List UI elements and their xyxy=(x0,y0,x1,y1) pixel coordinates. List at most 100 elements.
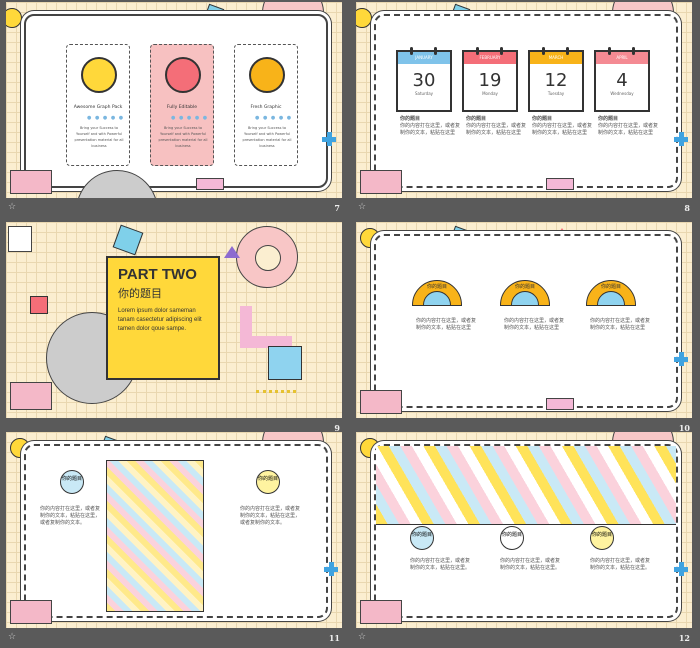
block-deco xyxy=(360,390,402,414)
topic-badge: 你的题目 xyxy=(256,470,280,494)
slide-10[interactable]: 你的题目 你的题目 你的题目 你的内容打在这里，或者复制你的文本，粘贴在这里 你… xyxy=(356,222,692,433)
slide-number: 8 xyxy=(684,203,690,213)
content-card: 你的题目 你的题目 你的内容打在这里，或者复制你的文本，粘贴在这里，或者复制你的… xyxy=(24,444,328,618)
calendar-weekday: Saturday xyxy=(414,91,434,96)
slide-number: 11 xyxy=(328,633,340,643)
package-desc: Bring your Success to Yourself and with … xyxy=(242,126,292,148)
star-icon[interactable]: ☆ xyxy=(358,202,366,212)
calendar-card: JANUARY 30 Saturday xyxy=(396,47,452,112)
pattern-banner xyxy=(376,446,676,525)
block-deco xyxy=(360,600,402,624)
calendar-weekday: Wednesday xyxy=(610,91,634,96)
package-desc: Bring your Success to Yourself and with … xyxy=(158,126,208,148)
rating-dots: ● ● ● ● ● xyxy=(87,115,125,121)
topic-badge: 你的题目 xyxy=(410,526,434,550)
topic-badge: 你的题目 xyxy=(60,470,84,494)
section-body: Lorem ipsum dolor sameman tanam casectet… xyxy=(118,308,202,332)
plus-deco xyxy=(324,562,338,576)
plus-deco xyxy=(674,352,688,366)
arrow-deco xyxy=(196,178,224,190)
pattern-image xyxy=(106,460,204,612)
star-icon[interactable]: ☆ xyxy=(8,202,16,212)
block-deco xyxy=(10,600,52,624)
column-text: 你的题目 你的内容打在这里，或者复制你的文本，粘贴在这里 xyxy=(598,116,659,136)
semicircle-label: 你的题目 xyxy=(426,284,447,290)
topic-badge: 你的题目 xyxy=(590,526,614,550)
content-card: 你的题目 你的题目 你的题目 你的内容打在这里，或者复制你的文本，粘贴在这里 你… xyxy=(374,234,678,408)
calendar-weekday: Tuesday xyxy=(547,91,565,96)
calendar-card: FEBRUARY 19 Monday xyxy=(462,47,518,112)
calendar-month: FEBRUARY xyxy=(464,52,516,64)
calendar-weekday: Monday xyxy=(482,91,498,96)
semicircle-label: 你的题目 xyxy=(600,284,621,290)
semicircle-badge: 你的题目 xyxy=(412,280,462,306)
slide-7[interactable]: Awesome Graph Pack ● ● ● ● ● Bring your … xyxy=(6,2,342,213)
column-text: 你的内容打在这里，或者复制你的文本，粘贴在这里 xyxy=(590,318,651,331)
section-title: PART TWO xyxy=(118,266,197,283)
plus-deco xyxy=(322,132,336,146)
block-deco xyxy=(360,170,402,194)
calendar-month: JANUARY xyxy=(398,52,450,64)
content-card: 你的题目 你的题目 你的题目 你的内容打在这里，或者复制你的文本，粘贴在这里。 … xyxy=(374,444,678,618)
calendar-card: APRIL 4 Wednesday xyxy=(594,47,650,112)
slide-9[interactable]: PART TWO 你的题目 Lorem ipsum dolor sameman … xyxy=(6,222,342,433)
column-text: 你的内容打在这里，或者复制你的文本，粘贴在这里，或者复制你的文本。 xyxy=(240,506,301,526)
yellow-circle-deco xyxy=(356,8,372,28)
arrow-deco xyxy=(546,178,574,190)
triangle-deco xyxy=(224,246,240,258)
calendar-month: MARCH xyxy=(530,52,582,64)
package-card: Fresh Graphic ● ● ● ● ● Bring your Succe… xyxy=(234,44,298,166)
rating-dots: ● ● ● ● ● xyxy=(171,115,209,121)
package-card: Awesome Graph Pack ● ● ● ● ● Bring your … xyxy=(66,44,130,166)
column-text: 你的内容打在这里，或者复制你的文本，粘贴在这里 xyxy=(416,318,477,331)
column-text: 你的题目 你的内容打在这里，或者复制你的文本，粘贴在这里 xyxy=(466,116,527,136)
package-title: Fresh Graphic xyxy=(250,105,282,110)
slide-11[interactable]: 你的题目 你的题目 你的内容打在这里，或者复制你的文本，粘贴在这里，或者复制你的… xyxy=(6,432,342,643)
plus-deco xyxy=(674,562,688,576)
block-deco xyxy=(10,382,52,410)
star-icon[interactable]: ☆ xyxy=(8,632,16,642)
column-text: 你的题目 你的内容打在这里，或者复制你的文本，粘贴在这里 xyxy=(400,116,461,136)
semicircle-badge: 你的题目 xyxy=(586,280,636,306)
calendar-day: 4 xyxy=(616,70,628,91)
column-text: 你的内容打在这里，或者复制你的文本，粘贴在这里。 xyxy=(500,558,561,571)
column-text: 你的内容打在这里，或者复制你的文本，粘贴在这里。 xyxy=(590,558,651,571)
gallery-icon xyxy=(81,57,117,93)
section-title-box: PART TWO 你的题目 Lorem ipsum dolor sameman … xyxy=(106,256,220,380)
topic-badge: 你的题目 xyxy=(500,526,524,550)
briefcase-icon xyxy=(165,57,201,93)
semicircle-badge: 你的题目 xyxy=(500,280,550,306)
column-text: 你的内容打在这里，或者复制你的文本，粘贴在这里。 xyxy=(410,558,471,571)
plus-deco xyxy=(674,132,688,146)
slide-8[interactable]: JANUARY 30 Saturday FEBRUARY 19 Monday M… xyxy=(356,2,692,213)
red-square-deco xyxy=(30,296,48,314)
slide-number: 7 xyxy=(334,203,340,213)
cube-deco xyxy=(112,224,144,256)
white-block-deco xyxy=(8,226,32,252)
calendar-day: 30 xyxy=(412,70,436,91)
section-subtitle: 你的题目 xyxy=(118,287,162,300)
pink-ring-deco xyxy=(236,226,298,288)
yellow-circle-deco xyxy=(6,8,22,28)
block-deco xyxy=(10,170,52,194)
semicircle-label: 你的题目 xyxy=(514,284,535,290)
rating-dots: ● ● ● ● ● xyxy=(255,115,293,121)
arrow-deco xyxy=(240,306,292,348)
content-card: JANUARY 30 Saturday FEBRUARY 19 Monday M… xyxy=(374,14,678,188)
calendar-card: MARCH 12 Tuesday xyxy=(528,47,584,112)
package-desc: Bring your Success to Yourself and with … xyxy=(74,126,124,148)
column-text: 你的题目 你的内容打在这里，或者复制你的文本，粘贴在这里 xyxy=(532,116,593,136)
squiggle-deco xyxy=(256,382,296,393)
slide-number: 12 xyxy=(678,633,690,643)
package-title: Fully Editable xyxy=(166,105,198,110)
star-icon[interactable]: ☆ xyxy=(358,632,366,642)
content-card: Awesome Graph Pack ● ● ● ● ● Bring your … xyxy=(24,14,328,188)
blue-step-deco xyxy=(268,346,302,380)
arrow-deco xyxy=(546,398,574,410)
chart-icon xyxy=(249,57,285,93)
slide-12[interactable]: 你的题目 你的题目 你的题目 你的内容打在这里，或者复制你的文本，粘贴在这里。 … xyxy=(356,432,692,643)
calendar-day: 19 xyxy=(478,70,502,91)
column-text: 你的内容打在这里，或者复制你的文本，粘贴在这里 xyxy=(504,318,565,331)
package-title: Awesome Graph Pack xyxy=(73,105,123,110)
package-card: Fully Editable ● ● ● ● ● Bring your Succ… xyxy=(150,44,214,166)
